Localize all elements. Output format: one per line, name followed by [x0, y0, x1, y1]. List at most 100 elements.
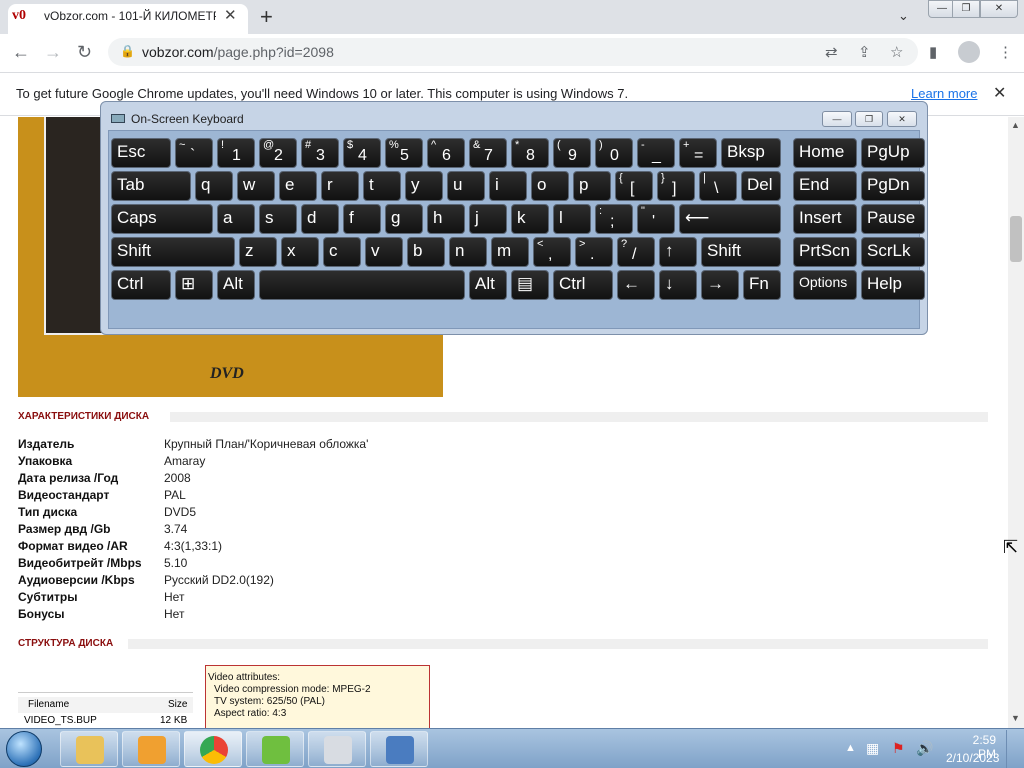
share-icon[interactable]: ⇪	[858, 43, 871, 61]
osk-key-s[interactable]: s	[259, 204, 297, 234]
osk-key-prtscn[interactable]: PrtScn	[793, 237, 857, 267]
osk-key-k[interactable]: k	[511, 204, 549, 234]
column-header-filename[interactable]: Filename	[28, 699, 69, 710]
tab-close-icon[interactable]: ✕	[224, 6, 237, 24]
osk-key-shift[interactable]: Shift	[111, 237, 235, 267]
osk-close-button[interactable]: ✕	[887, 111, 917, 127]
osk-key-5[interactable]: % 5	[385, 138, 423, 168]
osk-key-u[interactable]: u	[447, 171, 485, 201]
osk-key-t[interactable]: t	[363, 171, 401, 201]
forward-arrow-icon[interactable]: →	[44, 42, 62, 63]
osk-key-3[interactable]: #3	[301, 138, 339, 168]
osk-key-i[interactable]: i	[489, 171, 527, 201]
osk-key-sym-0-12[interactable]: - _	[637, 138, 675, 168]
tray-expand-icon[interactable]: ▲	[845, 742, 856, 754]
osk-key-options[interactable]: Options	[793, 270, 857, 300]
osk-key-sym-0-13[interactable]: + =	[679, 138, 717, 168]
osk-key-z[interactable]: z	[239, 237, 277, 267]
osk-key-ctrl[interactable]: Ctrl	[553, 270, 613, 300]
action-center-icon[interactable]: ⚑	[892, 740, 905, 757]
osk-key-pgup[interactable]: PgUp	[861, 138, 925, 168]
osk-key-sym-4-9[interactable]: →	[701, 270, 739, 300]
osk-key-7[interactable]: & 7	[469, 138, 507, 168]
osk-key-1[interactable]: ! 1	[217, 138, 255, 168]
osk-key-caps[interactable]: Caps	[111, 204, 213, 234]
bookmark-star-icon[interactable]: ☆	[890, 43, 903, 61]
osk-key-n[interactable]: n	[449, 237, 487, 267]
translate-icon[interactable]: ⇄	[825, 43, 838, 61]
osk-key-v[interactable]: v	[365, 237, 403, 267]
osk-key-4[interactable]: $4	[343, 138, 381, 168]
network-icon[interactable]: ▦	[866, 740, 879, 757]
infobar-close-icon[interactable]: ✕	[993, 83, 1006, 103]
scroll-up-arrow-icon[interactable]: ▲	[1011, 120, 1020, 130]
clock-date[interactable]: 2/10/2023	[946, 751, 999, 765]
osk-key-c[interactable]: c	[323, 237, 361, 267]
osk-restore-button[interactable]: ❐	[855, 111, 883, 127]
back-arrow-icon[interactable]: ←	[12, 42, 30, 63]
osk-key-alt[interactable]: Alt	[217, 270, 255, 300]
new-tab-button[interactable]: +	[260, 4, 273, 30]
scroll-down-arrow-icon[interactable]: ▼	[1011, 713, 1020, 723]
osk-key-h[interactable]: h	[427, 204, 465, 234]
taskbar-app-solitaire[interactable]	[308, 731, 366, 767]
osk-key-2[interactable]: @2	[259, 138, 297, 168]
osk-key-sym-3-11[interactable]: ↑	[659, 237, 697, 267]
start-button-icon[interactable]	[6, 731, 42, 767]
osk-key-del[interactable]: Del	[741, 171, 781, 201]
table-row[interactable]: VIDEO_TS.BUP 12 KB	[18, 715, 193, 728]
osk-key-sym-4-8[interactable]: ↓	[659, 270, 697, 300]
osk-key-p[interactable]: p	[573, 171, 611, 201]
osk-key-sym-1-13[interactable]: | \	[699, 171, 737, 201]
osk-key-sym-3-9[interactable]: >.	[575, 237, 613, 267]
taskbar-app-explorer[interactable]	[60, 731, 118, 767]
osk-minimize-button[interactable]: —	[822, 111, 852, 127]
taskbar-app-chrome[interactable]	[184, 731, 242, 767]
osk-key-f[interactable]: f	[343, 204, 381, 234]
osk-key-alt[interactable]: Alt	[469, 270, 507, 300]
osk-key-0[interactable]: ) 0	[595, 138, 633, 168]
osk-key-e[interactable]: e	[279, 171, 317, 201]
osk-key-space[interactable]	[259, 270, 465, 300]
osk-key-6[interactable]: ^ 6	[427, 138, 465, 168]
osk-key-insert[interactable]: Insert	[793, 204, 857, 234]
url-text[interactable]: vobzor.com/page.php?id=2098	[142, 44, 334, 60]
osk-key-a[interactable]: a	[217, 204, 255, 234]
osk-key-sym-3-10[interactable]: ? /	[617, 237, 655, 267]
taskbar-app-media-player[interactable]	[122, 731, 180, 767]
osk-key-sym-1-12[interactable]: }]	[657, 171, 695, 201]
reload-icon[interactable]: ↻	[77, 42, 92, 63]
osk-key-esc[interactable]: Esc	[111, 138, 171, 168]
osk-key-tab[interactable]: Tab	[111, 171, 191, 201]
osk-key-sym-2-12[interactable]: ⟵	[679, 204, 781, 234]
osk-key-sym-4-7[interactable]: ←	[617, 270, 655, 300]
osk-key-fn[interactable]: Fn	[743, 270, 781, 300]
osk-key-end[interactable]: End	[793, 171, 857, 201]
osk-key-l[interactable]: l	[553, 204, 591, 234]
osk-key-ctrl[interactable]: Ctrl	[111, 270, 171, 300]
osk-key-g[interactable]: g	[385, 204, 423, 234]
osk-key-sym-2-10[interactable]: :;	[595, 204, 633, 234]
osk-key-sym-1-11[interactable]: {[	[615, 171, 653, 201]
volume-icon[interactable]: 🔊	[916, 740, 933, 757]
osk-key-x[interactable]: x	[281, 237, 319, 267]
osk-key-pause[interactable]: Pause	[861, 204, 925, 234]
osk-key-j[interactable]: j	[469, 204, 507, 234]
osk-key-9[interactable]: (9	[553, 138, 591, 168]
learn-more-link[interactable]: Learn more	[911, 86, 977, 101]
osk-key-r[interactable]: r	[321, 171, 359, 201]
osk-key-sym-3-8[interactable]: <,	[533, 237, 571, 267]
osk-key-w[interactable]: w	[237, 171, 275, 201]
osk-key-sym-4-1[interactable]: ⊞	[175, 270, 213, 300]
taskbar-app-keyboard[interactable]	[370, 731, 428, 767]
window-maximize-button[interactable]: ❐	[952, 0, 980, 18]
osk-key-b[interactable]: b	[407, 237, 445, 267]
osk-key-scrlk[interactable]: ScrLk	[861, 237, 925, 267]
menu-kebab-icon[interactable]: ⋮	[998, 43, 1013, 61]
side-panel-icon[interactable]: ▮	[929, 43, 937, 61]
osk-key-sym-2-11[interactable]: " '	[637, 204, 675, 234]
show-desktop-button[interactable]	[1006, 730, 1024, 768]
tab-search-chevron-icon[interactable]: ⌄	[898, 8, 909, 24]
scrollbar-thumb[interactable]	[1010, 216, 1022, 262]
osk-key-y[interactable]: y	[405, 171, 443, 201]
